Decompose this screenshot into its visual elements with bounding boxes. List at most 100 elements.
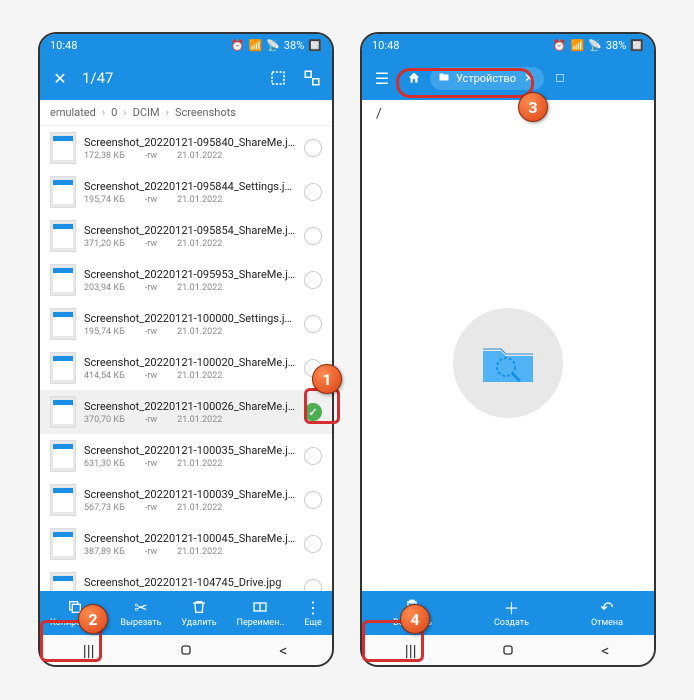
file-checkbox[interactable] [304,315,322,333]
nav-recent[interactable]: ||| [391,640,431,660]
file-row[interactable]: Screenshot_20220121-100035_ShareMe.jpg 63… [40,434,332,478]
breadcrumb-item[interactable]: Screenshots [175,106,236,119]
tab-close-icon[interactable]: ✕ [522,71,536,85]
file-row[interactable]: Screenshot_20220121-100045_ShareMe.jpg 38… [40,522,332,566]
file-meta: 567,73 КБ-rw21.01.2022 [84,503,296,513]
folder-icon [438,71,450,86]
select-range-icon[interactable] [302,68,322,88]
nav-recent[interactable]: ||| [69,640,109,660]
file-meta: 172,38 КБ-rw21.01.2022 [84,151,296,161]
rename-button[interactable]: Переимен.. [229,594,293,632]
app-header: ☰ Устройство ✕ [362,56,654,100]
file-row[interactable]: Screenshot_20220121-095840_ShareMe.jpg17… [40,126,332,170]
file-info: Screenshot_20220121-100035_ShareMe.jpg 63… [84,444,296,469]
create-button[interactable]: ＋ Создать [486,594,537,632]
cut-icon: ✂ [132,598,150,616]
cut-button[interactable]: ✂ Вырезать [112,594,169,632]
file-date: 21.01.2022 [177,195,222,205]
file-perm: -rw [145,415,157,425]
file-thumbnail [50,132,76,164]
battery-text: 38% [606,39,626,52]
breadcrumb-item[interactable]: DCIM [133,106,160,119]
tab-device[interactable]: Устройство ✕ [430,67,544,90]
more-icon: ⋮ [304,598,322,616]
android-nav-bar: ||| < [40,635,332,665]
file-list[interactable]: Screenshot_20220121-095840_ShareMe.jpg17… [40,126,332,624]
breadcrumb-item[interactable]: emulated [50,106,96,119]
cut-label: Вырезать [120,618,161,628]
file-row[interactable]: Screenshot_20220121-095844_Settings.jpg1… [40,170,332,214]
file-name: Screenshot_20220121-095953_ShareMe.jpg [84,268,296,281]
file-info: Screenshot_20220121-100045_ShareMe.jpg 38… [84,532,296,557]
file-date: 21.01.2022 [177,327,222,337]
battery-icon: 🔲 [308,39,322,52]
file-name: Screenshot_20220121-100020_ShareMe.jpg [84,356,296,369]
file-name: Screenshot_20220121-100045_ShareMe.jpg [84,532,296,545]
menu-icon[interactable]: ☰ [372,68,392,88]
file-row[interactable]: Screenshot_20220121-100026_ShareMe.jpg 37… [40,390,332,434]
file-size: 567,73 КБ [84,503,125,513]
signal-icon: 📡 [588,39,602,52]
status-bar: 10:48 ⏰ 📶 📡 38% 🔲 [40,34,332,56]
folder-search-icon [478,339,538,387]
file-date: 21.01.2022 [177,151,222,161]
file-name: Screenshot_20220121-104745_Drive.jpg [84,576,296,589]
annotation-badge-4: 4 [400,604,430,634]
file-row[interactable]: Screenshot_20220121-095953_ShareMe.jpg20… [40,258,332,302]
file-name: Screenshot_20220121-100000_Settings.jpg [84,312,296,325]
annotation-badge-2: 2 [78,604,108,634]
file-row[interactable]: Screenshot_20220121-095854_ShareMe.jpg37… [40,214,332,258]
file-info: Screenshot_20220121-095854_ShareMe.jpg37… [84,224,296,249]
close-icon[interactable]: ✕ [50,68,70,88]
nav-home[interactable] [166,640,206,660]
rename-label: Переимен.. [237,618,285,628]
home-icon[interactable] [404,68,424,88]
delete-button[interactable]: Удалить [173,594,224,632]
file-checkbox[interactable] [304,535,322,553]
file-name: Screenshot_20220121-095854_ShareMe.jpg [84,224,296,237]
file-date: 21.01.2022 [177,283,222,293]
create-label: Создать [494,618,529,628]
more-button[interactable]: ⋮ Еще [296,594,330,632]
file-checkbox[interactable] [304,183,322,201]
file-checkbox[interactable] [304,271,322,289]
more-label: Еще [304,618,321,628]
status-time: 10:48 [372,39,399,52]
file-checkbox[interactable] [304,139,322,157]
cancel-button[interactable]: ↶ Отмена [583,594,631,632]
file-info: Screenshot_20220121-100039_ShareMe.jpg56… [84,488,296,513]
phone-right: 10:48 ⏰ 📶 📡 38% 🔲 ☰ Устройство ✕ [360,32,656,667]
annotation-badge-3: 3 [518,92,548,122]
file-size: 387,89 КБ [84,547,125,557]
file-perm: -rw [145,547,157,557]
breadcrumb-item[interactable]: 0 [111,106,117,119]
file-checkbox[interactable] [304,491,322,509]
nav-home[interactable] [488,640,528,660]
file-perm: -rw [145,503,157,513]
nav-back[interactable]: < [585,640,625,660]
select-all-icon[interactable] [268,68,288,88]
file-checkbox[interactable] [304,403,322,421]
file-size: 195,74 КБ [84,195,125,205]
empty-circle [453,308,563,418]
file-date: 21.01.2022 [177,547,222,557]
file-checkbox[interactable] [304,227,322,245]
breadcrumb[interactable]: emulated› 0› DCIM› Screenshots [40,100,332,126]
delete-label: Удалить [181,618,216,628]
nav-back[interactable]: < [263,640,303,660]
file-meta: 631,30 КБ-rw21.01.2022 [84,459,296,469]
file-name: Screenshot_20220121-100026_ShareMe.jpg [84,400,296,413]
file-row[interactable]: Screenshot_20220121-100039_ShareMe.jpg56… [40,478,332,522]
file-row[interactable]: Screenshot_20220121-100020_ShareMe.jpg41… [40,346,332,390]
path-display: / [362,100,654,128]
new-tab-icon[interactable] [550,68,570,88]
file-name: Screenshot_20220121-100035_ShareMe.jpg [84,444,296,457]
battery-icon: 🔲 [630,39,644,52]
file-row[interactable]: Screenshot_20220121-100000_Settings.jpg1… [40,302,332,346]
file-meta: 370,70 КБ-rw21.01.2022 [84,415,296,425]
file-info: Screenshot_20220121-095840_ShareMe.jpg17… [84,136,296,161]
annotation-badge-1: 1 [312,364,342,394]
selection-header: ✕ 1/47 [40,56,332,100]
file-checkbox[interactable] [304,447,322,465]
file-thumbnail [50,440,76,472]
